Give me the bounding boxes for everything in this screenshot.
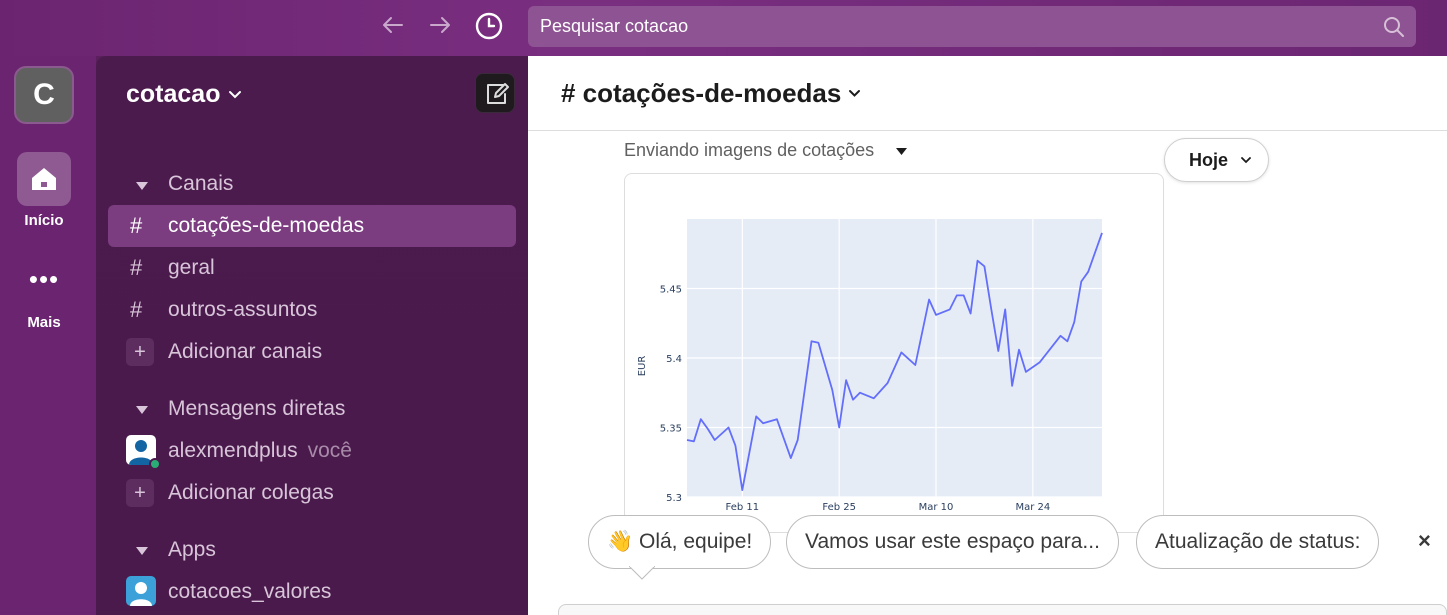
workspace-name[interactable]: cotacao [126,80,220,109]
sidebar-item-outros-assuntos[interactable]: # outros-assuntos [108,289,516,331]
sidebar-item-geral[interactable]: # geral [108,247,516,289]
triangle-down-icon[interactable] [136,406,148,415]
today-label: Hoje [1189,150,1229,170]
dm-user-label: alexmendplus [168,439,298,462]
arrow-left-icon[interactable] [378,10,408,40]
top-bar: Pesquisar cotacao [0,0,1447,56]
chevron-down-icon[interactable] [228,90,242,100]
channel-title[interactable]: # cotações-de-moedas [561,78,841,109]
dm-header[interactable]: Mensagens diretas [168,397,345,421]
more-icon[interactable]: ••• [0,266,88,292]
sidebar-item-alexmendplus[interactable]: alexmendplus você [108,430,516,472]
chevron-down-icon [1241,157,1251,164]
y-tick-label: 5.3 [666,493,682,504]
x-tick-label: Feb 25 [822,502,856,513]
triangle-down-icon[interactable] [896,148,907,156]
workspace-rail: C Início ••• Mais [0,56,96,615]
app-avatar [126,576,156,606]
home-icon [32,168,56,190]
add-channels-button[interactable]: + Adicionar canais [108,331,516,373]
arrow-right-icon[interactable] [425,10,455,40]
sidebar-item-cotacoes-de-moedas[interactable]: # cotações-de-moedas [108,205,516,247]
suggestion-chip-hello[interactable]: 👋 Olá, equipe! [588,515,772,569]
hash-icon: # [130,255,143,280]
more-label: Mais [27,314,61,331]
compose-icon [487,83,509,104]
y-tick-label: 5.45 [660,285,682,296]
channel-label: outros-assuntos [168,298,318,321]
channel-header: # cotações-de-moedas [528,56,1447,131]
home-button[interactable] [17,152,71,206]
close-icon[interactable]: × [1418,528,1431,554]
search-input[interactable]: Pesquisar cotacao [528,6,1416,47]
y-tick-label: 5.4 [666,354,682,365]
sidebar-item-cotacoes-valores[interactable]: cotacoes_valores [108,571,516,613]
workspace-avatar[interactable]: C [16,68,72,122]
hash-icon: # [130,213,143,238]
app-label: cotacoes_valores [168,580,332,603]
apps-header[interactable]: Apps [168,538,216,562]
triangle-down-icon[interactable] [136,547,148,556]
home-label: Início [24,212,64,229]
triangle-down-icon[interactable] [136,182,148,191]
date-divider-button[interactable]: Hoje [1164,138,1269,182]
y-axis-label: EUR [637,356,648,377]
line-chart: 5.3 5.35 5.4 5.45 Feb 11 Feb 25 Mar 10 Mar 24 EU… [637,219,1103,513]
x-tick-label: Feb 11 [726,502,760,513]
plus-icon: + [126,338,154,366]
you-label: você [307,439,352,462]
presence-indicator [149,458,161,470]
chart-image[interactable]: 5.3 5.35 5.4 5.45 Feb 11 Feb 25 Mar 10 Mar 24 EU… [624,173,1164,533]
channels-header[interactable]: Canais [168,172,233,196]
add-colleagues-button[interactable]: + Adicionar colegas [108,472,516,514]
chip-tail [629,566,655,580]
main-pane: # cotações-de-moedas Enviando imagens de… [528,56,1447,615]
x-tick-label: Mar 24 [1015,502,1050,513]
suggestion-chip-status[interactable]: Atualização de status: [1136,515,1380,569]
add-colleagues-label: Adicionar colegas [168,481,334,504]
plus-icon: + [126,479,154,507]
x-tick-label: Mar 10 [919,502,954,513]
search-icon[interactable] [1382,15,1406,39]
channel-label: geral [168,256,215,279]
dm-user-row: alexmendplus você [168,430,352,472]
channel-label: cotações-de-moedas [168,214,365,237]
add-channels-label: Adicionar canais [168,340,323,363]
message-composer[interactable] [558,604,1447,615]
search-placeholder: Pesquisar cotacao [540,16,689,36]
hash-icon: # [130,297,143,322]
y-tick-label: 5.35 [660,424,682,435]
chevron-down-icon[interactable] [848,89,861,98]
sidebar: cotacao Canais # cotações-de-moedas # ge… [96,56,528,615]
compose-button[interactable] [475,73,515,113]
message-caption: Enviando imagens de cotações [624,140,875,160]
suggestion-chip-purpose[interactable]: Vamos usar este espaço para... [786,515,1119,569]
clock-icon[interactable] [474,11,504,41]
